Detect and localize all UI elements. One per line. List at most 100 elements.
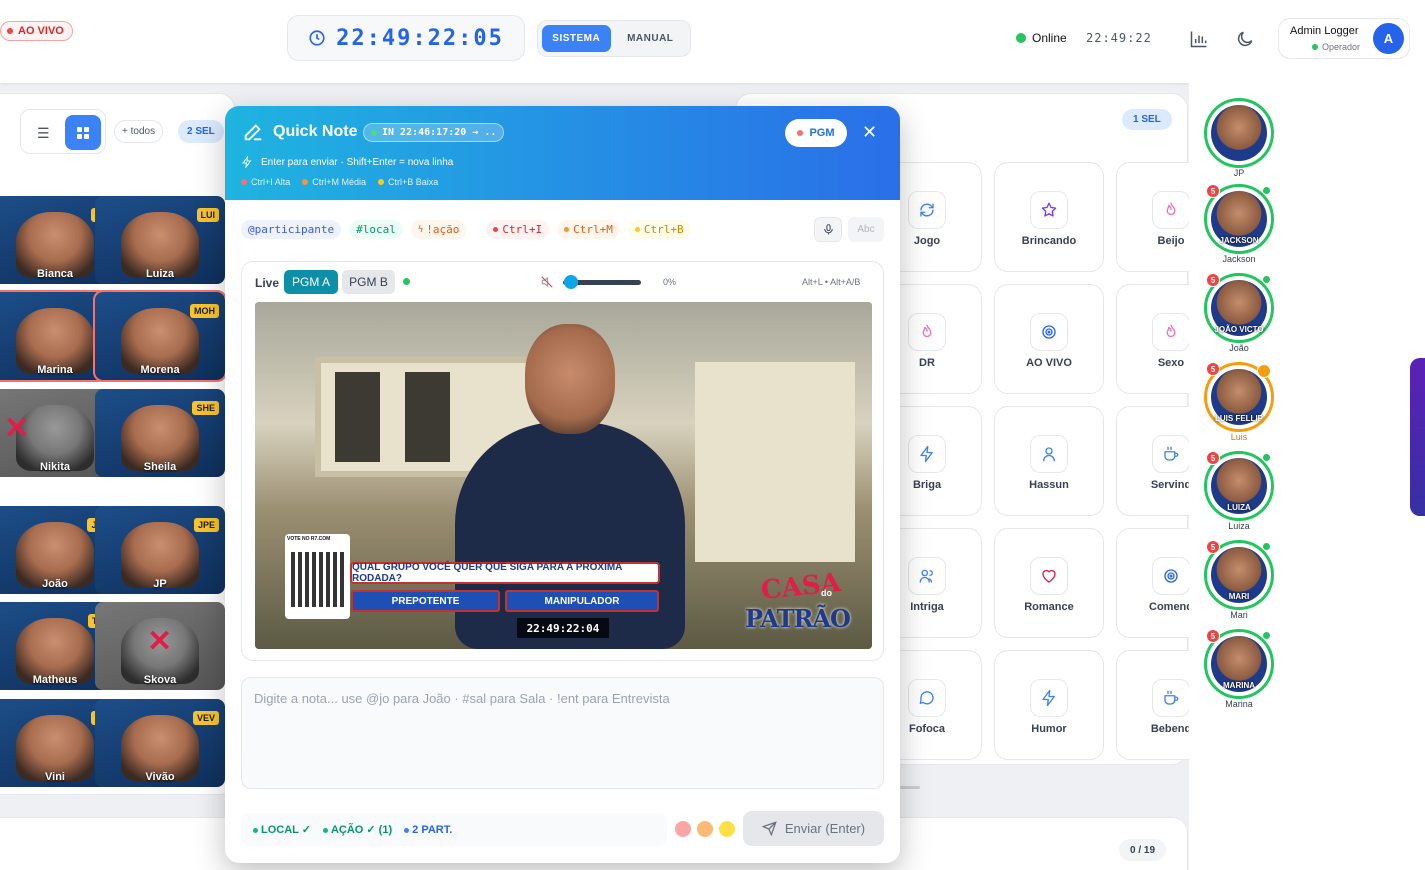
live-dot [7, 28, 13, 34]
send-icon [761, 821, 777, 836]
scrollbar-thumb[interactable] [900, 786, 920, 789]
show-logo-sub: PATRÃO [745, 604, 851, 633]
clock-text: 22:49:22:05 [336, 25, 504, 51]
participant-avatar-photo [1211, 105, 1267, 161]
participant-name: Luiza [145, 268, 175, 280]
action-tile[interactable]: Humor [994, 650, 1104, 760]
flame-icon [908, 313, 946, 351]
status-participants: 2 PART. [404, 824, 452, 836]
bolt-icon [908, 435, 946, 473]
people-icon [908, 557, 946, 595]
participant-card[interactable]: Morena MOH [93, 290, 227, 382]
online-indicator [1262, 453, 1271, 462]
person-icon [1030, 435, 1068, 473]
video-frame[interactable]: VOTE NO R7.COM QUAL GRUPO VOCÊ QUER QUE … [255, 302, 872, 649]
participant-card[interactable]: Skova ✕ [95, 602, 225, 690]
pgm-b-button[interactable]: PGM B [342, 270, 395, 294]
participant-avatar-label: Mari [1230, 610, 1248, 620]
online-indicator [1262, 631, 1271, 640]
actions-selected-badge: 1 SEL [1122, 109, 1172, 130]
online-status: Online [1016, 31, 1067, 45]
master-clock: 22:49:22:05 [287, 15, 525, 61]
tag-chips: @participante #local ϟ !ação Ctrl+I Ctrl+… [241, 220, 691, 239]
participant-name: Sheila [143, 461, 177, 473]
tag-action-chip[interactable]: ϟ !ação [410, 220, 467, 239]
bolt-icon [242, 156, 252, 168]
ctrl-i-chip[interactable]: Ctrl+I [486, 220, 550, 239]
participant-card[interactable]: Vivão VEV [95, 699, 225, 787]
participant-tag: MOH [190, 304, 219, 318]
participant-card[interactable]: JP JPE [95, 506, 225, 594]
action-tile-label: Hassun [1029, 479, 1069, 491]
priority-mid-button[interactable] [697, 821, 713, 837]
priority-high-button[interactable] [675, 821, 691, 837]
flame-icon [1152, 313, 1190, 351]
stats-icon[interactable] [1189, 29, 1209, 54]
pgm-button[interactable]: PGM [785, 119, 847, 147]
show-logo-main: CASA [759, 567, 843, 607]
clock-icon [309, 30, 325, 46]
in-timecode-chip[interactable]: IN 22:46:17:20 → .. [363, 123, 505, 142]
dark-mode-icon[interactable] [1235, 29, 1255, 54]
note-count-badge: 5 [1206, 184, 1220, 198]
priority-legend: Ctrl+I Alta Ctrl+M Média Ctrl+B Baixa [241, 177, 438, 187]
online-indicator [1262, 542, 1271, 551]
ctrl-b-dot [634, 227, 640, 232]
volume-handle[interactable] [564, 275, 578, 289]
user-role: Operador [1312, 42, 1360, 52]
online-label: Online [1032, 31, 1067, 45]
online-time: 22:49:22 [1086, 31, 1152, 45]
action-tile[interactable]: Romance [994, 528, 1104, 638]
priority-low-button[interactable] [719, 821, 735, 837]
participant-card[interactable]: Luiza LUI [95, 196, 225, 284]
action-tile[interactable]: AO VIVO [994, 284, 1104, 394]
participant-name: Skova [143, 674, 177, 686]
participant-avatar-label: João [1229, 343, 1249, 353]
note-count-badge: 5 [1206, 362, 1220, 376]
filter-all-button[interactable]: + todos [114, 120, 164, 143]
side-drawer-tab[interactable] [1410, 358, 1425, 516]
mode-system-button[interactable]: SISTEMA [542, 25, 611, 52]
tag-local-chip[interactable]: #local [349, 220, 403, 239]
close-icon[interactable]: ✕ [862, 122, 877, 143]
note-count-badge: 5 [1206, 451, 1220, 465]
participant-avatar-overlay: MARI [1228, 592, 1250, 601]
participant-name: Morena [140, 364, 180, 376]
user-avatar[interactable]: A [1373, 23, 1404, 54]
mode-manual-button[interactable]: MANUAL [615, 25, 686, 52]
participant-avatar-overlay: JACKSON [1219, 236, 1259, 245]
grid-view-icon[interactable] [65, 115, 101, 150]
chat-icon [908, 679, 946, 717]
heart-icon [1030, 557, 1068, 595]
ctrl-i-dot [493, 227, 499, 232]
eliminated-icon: ✕ [4, 412, 30, 445]
modal-title: Quick Note [273, 123, 358, 140]
list-view-icon[interactable]: ☰ [37, 125, 50, 142]
mute-icon[interactable] [540, 275, 554, 289]
quick-note-modal: Quick Note IN 22:46:17:20 → .. PGM ✕ Ent… [225, 106, 900, 863]
video-shortcuts: Alt+L • Alt+A/B [802, 277, 861, 287]
ctrl-b-chip[interactable]: Ctrl+B [627, 220, 691, 239]
send-button[interactable]: Enviar (Enter) [743, 811, 884, 846]
note-textarea[interactable]: Digite a nota... use @jo para João · #sa… [241, 677, 884, 789]
microphone-icon[interactable] [814, 217, 842, 242]
bolt-icon [1030, 679, 1068, 717]
pgm-a-button[interactable]: PGM A [284, 270, 338, 294]
participant-avatar[interactable] [1204, 98, 1274, 168]
action-tile[interactable]: Hassun [994, 406, 1104, 516]
action-tile[interactable]: Brincando [994, 162, 1104, 272]
target-icon [1030, 313, 1068, 351]
online-indicator [1257, 364, 1271, 378]
house-window [335, 372, 380, 462]
role-dot [1312, 44, 1318, 50]
participant-card[interactable]: Sheila SHE [95, 389, 225, 477]
feed-status-dot [403, 278, 410, 285]
tag-participant-chip[interactable]: @participante [241, 220, 342, 239]
mode-toggle: SISTEMA MANUAL [537, 20, 691, 57]
priority-mid: Ctrl+M Média [302, 177, 366, 187]
text-format-button[interactable]: Abc [848, 217, 884, 242]
presenter-head [525, 324, 615, 434]
house-window [405, 372, 450, 462]
ctrl-m-chip[interactable]: Ctrl+M [557, 220, 620, 239]
action-tile-label: Romance [1024, 601, 1074, 613]
